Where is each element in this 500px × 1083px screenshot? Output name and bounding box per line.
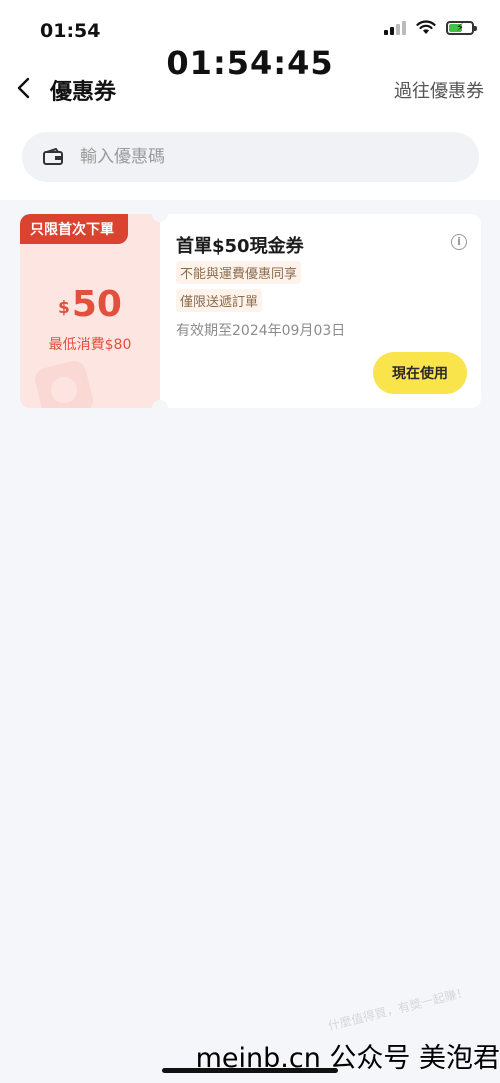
chevron-left-icon[interactable] (14, 76, 36, 100)
coupon-code-search[interactable] (22, 132, 479, 182)
validity-date: 有效期至2024年09月03日 (176, 323, 346, 339)
coupon-details-panel: 首單$50現金券 i 不能與運費優惠同享 僅限送遞訂單 有效期至2024年09月… (160, 214, 481, 408)
coupon-wallet-icon (43, 148, 63, 165)
home-indicator (162, 1068, 338, 1073)
status-time: 01:54 (40, 20, 101, 42)
amount-value: 50 (71, 284, 122, 325)
coupon-value-panel: 只限首次下單 $50 最低消費$80 (20, 214, 160, 408)
ticket-notch-bottom (152, 400, 168, 416)
wifi-icon (416, 20, 436, 34)
use-now-button[interactable]: 現在使用 (373, 352, 467, 394)
past-coupons-link[interactable]: 過往優惠券 (394, 77, 484, 103)
info-icon[interactable]: i (451, 234, 467, 250)
status-icons: ⚡ (384, 20, 477, 35)
coupon-title: 首單$50現金券 (176, 236, 304, 257)
delivery-only-tag: 僅限送遞訂單 (176, 289, 263, 312)
battery-charging-icon: ⚡ (446, 20, 477, 35)
coupon-code-input[interactable] (78, 146, 442, 168)
currency-symbol: $ (58, 298, 70, 318)
coupon-decoration-dot (51, 377, 77, 403)
minimum-spend: 最低消費$80 (48, 337, 132, 353)
first-order-ribbon: 只限首次下單 (20, 214, 128, 244)
cellular-signal-icon (384, 20, 406, 35)
watermark: 什麼值得買，有獎一起賺！ (326, 984, 470, 1034)
page-title: 優惠券 (50, 80, 117, 105)
ticket-notch-top (152, 206, 168, 222)
coupon-amount: $50 (20, 284, 160, 325)
restriction-tag: 不能與運費優惠同享 (176, 261, 302, 284)
coupon-card[interactable]: 只限首次下單 $50 最低消費$80 首單$50現金券 i 不能與運費優惠同享 … (20, 206, 481, 416)
